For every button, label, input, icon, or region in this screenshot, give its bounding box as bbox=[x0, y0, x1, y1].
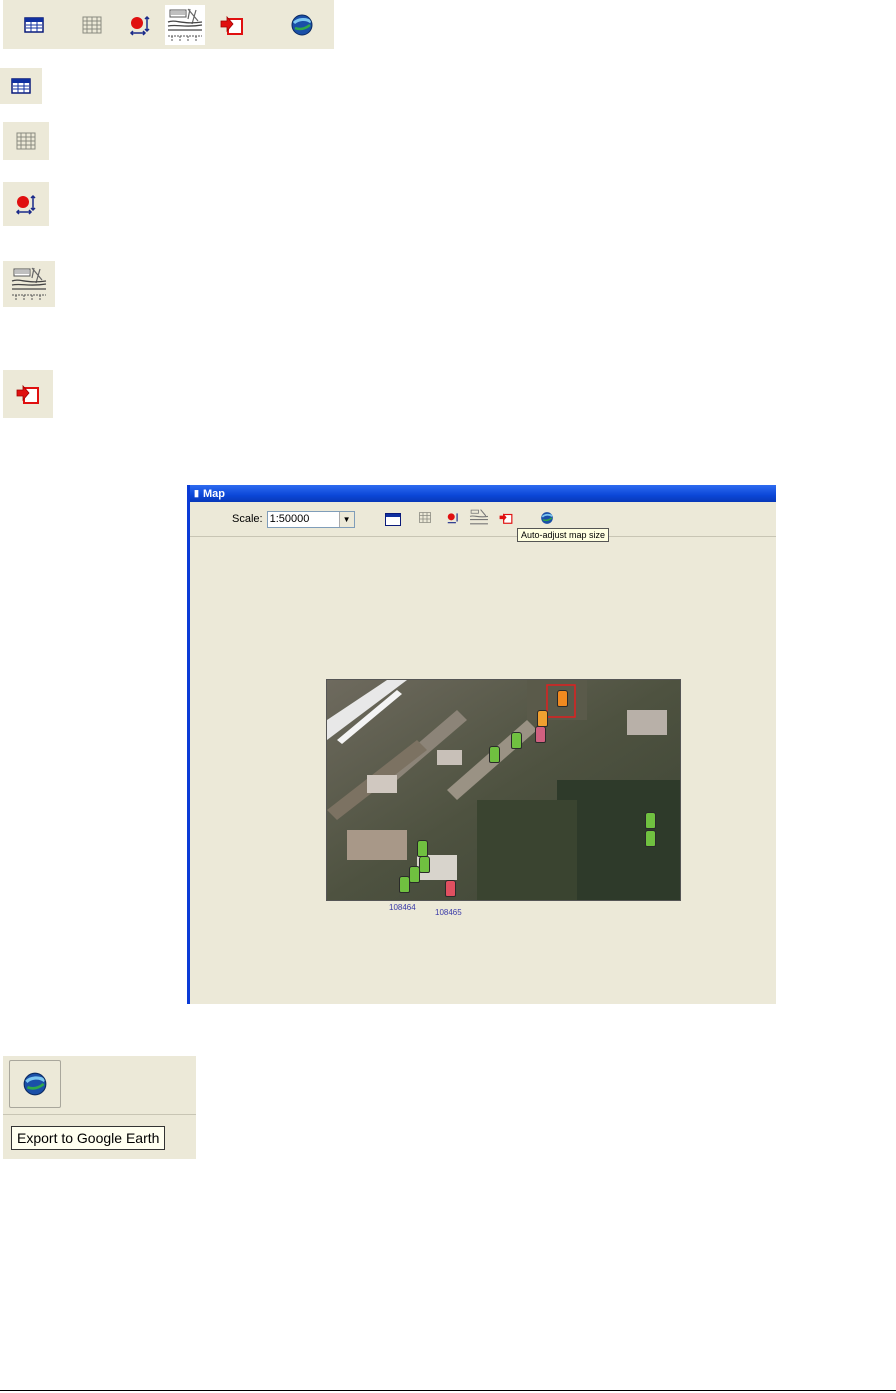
map-marker[interactable] bbox=[399, 876, 410, 893]
auto-adjust-icon[interactable] bbox=[217, 10, 247, 40]
point-resize-icon[interactable] bbox=[446, 511, 460, 528]
street-map-icon[interactable] bbox=[165, 4, 205, 45]
point-resize-icon-tile bbox=[3, 182, 49, 226]
map-window-titlebar[interactable]: ▮ Map bbox=[190, 485, 776, 502]
map-marker[interactable] bbox=[419, 856, 430, 873]
divider bbox=[3, 1114, 196, 1115]
auto-adjust-icon-tile bbox=[3, 370, 53, 418]
table-icon[interactable] bbox=[19, 10, 49, 40]
chevron-down-icon[interactable]: ▼ bbox=[338, 511, 354, 527]
map-marker[interactable] bbox=[409, 866, 420, 883]
auto-adjust-icon[interactable] bbox=[498, 511, 514, 528]
auto-adjust-tooltip: Auto-adjust map size bbox=[517, 528, 610, 542]
street-map-icon[interactable] bbox=[469, 508, 489, 531]
icon-toolbar bbox=[3, 0, 334, 49]
street-map-icon[interactable] bbox=[10, 265, 48, 303]
page-bottom-rule bbox=[0, 1390, 896, 1391]
google-earth-icon bbox=[23, 1072, 47, 1096]
table-icon-tile bbox=[0, 68, 42, 104]
map-marker[interactable] bbox=[511, 732, 522, 749]
table-icon[interactable] bbox=[384, 512, 401, 526]
export-google-earth-button[interactable] bbox=[9, 1060, 61, 1108]
map-marker[interactable] bbox=[557, 690, 568, 707]
grid-icon-tile bbox=[3, 122, 49, 160]
map-marker[interactable] bbox=[535, 726, 546, 743]
google-earth-icon[interactable] bbox=[287, 10, 317, 40]
grid-icon[interactable] bbox=[16, 132, 36, 150]
google-earth-export-panel: Export to Google Earth bbox=[3, 1056, 196, 1159]
grid-icon[interactable] bbox=[418, 512, 431, 526]
satellite-map-image[interactable] bbox=[326, 679, 681, 901]
window-icon: ▮ bbox=[194, 488, 199, 498]
map-marker[interactable] bbox=[445, 880, 456, 897]
map-marker[interactable] bbox=[645, 830, 656, 847]
google-earth-icon[interactable] bbox=[540, 511, 554, 528]
scale-value: 1:50000 bbox=[269, 513, 310, 525]
marker-label: 108465 bbox=[435, 908, 462, 917]
scale-label: Scale: bbox=[232, 513, 263, 525]
satellite-imagery bbox=[327, 680, 680, 900]
map-toolbar: Scale: 1:50000 ▼ Auto-adjust map size bbox=[190, 502, 776, 542]
point-resize-icon[interactable] bbox=[14, 192, 38, 216]
street-map-icon-tile bbox=[3, 261, 55, 307]
auto-adjust-icon[interactable] bbox=[15, 382, 41, 406]
export-google-earth-tooltip: Export to Google Earth bbox=[11, 1126, 166, 1150]
map-marker[interactable] bbox=[489, 746, 500, 763]
marker-label: 108464 bbox=[389, 903, 416, 912]
map-window: ▮ Map Scale: 1:50000 ▼ Auto-adjust map s… bbox=[187, 485, 776, 1004]
point-resize-icon[interactable] bbox=[125, 10, 155, 40]
map-marker[interactable] bbox=[645, 812, 656, 829]
scale-select[interactable]: 1:50000 ▼ bbox=[266, 510, 355, 528]
grid-icon[interactable] bbox=[77, 10, 107, 40]
map-marker[interactable] bbox=[537, 710, 548, 727]
map-window-title: Map bbox=[202, 487, 225, 500]
table-icon[interactable] bbox=[11, 78, 31, 94]
map-marker[interactable] bbox=[417, 840, 428, 857]
